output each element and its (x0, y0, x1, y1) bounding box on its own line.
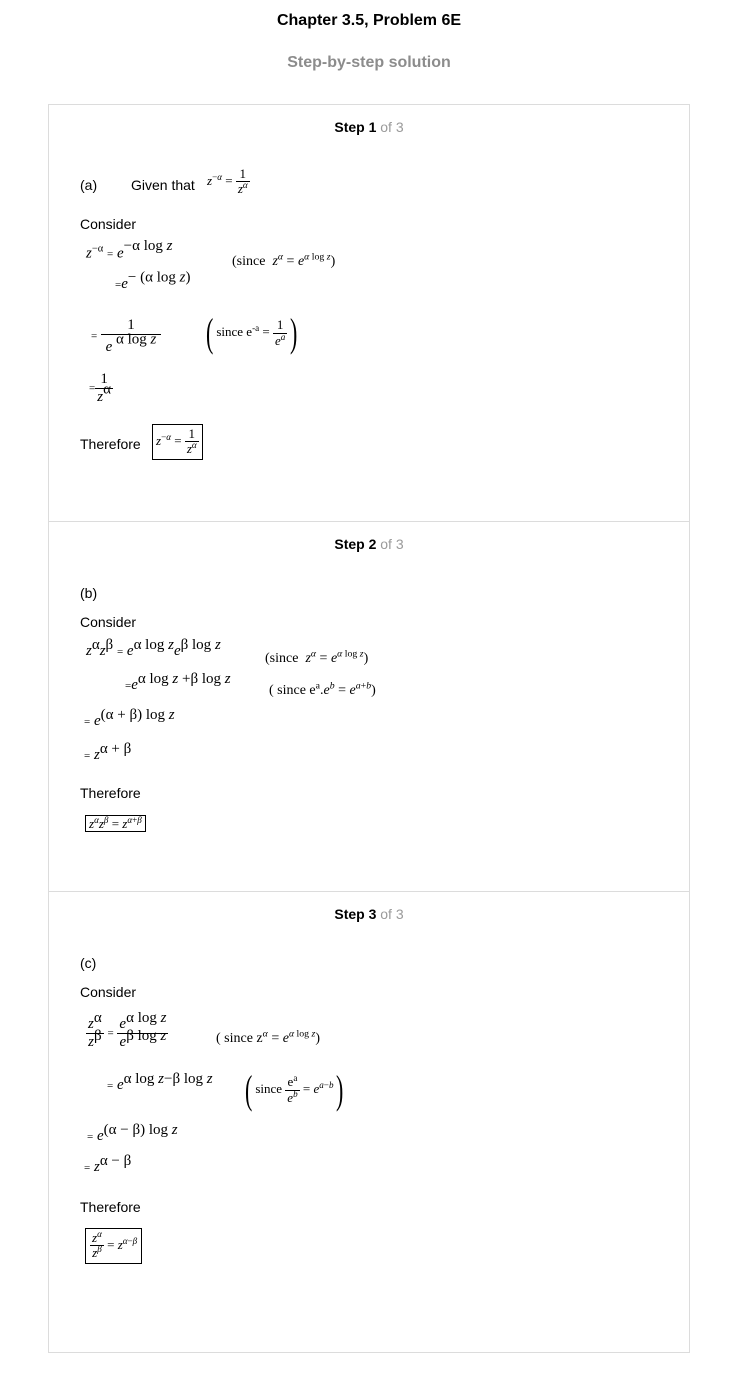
since-note-1: (since zα = eα log z) (232, 251, 336, 269)
equation-line-2: = eα log z−β log z (107, 1071, 213, 1093)
result-box: z−α = 1 zα (152, 424, 203, 460)
step-count: of 3 (380, 906, 404, 922)
since-note-2: (since ea eb = ea−b) (244, 1067, 344, 1112)
since-note-1: ( since zα = eα log z) (216, 1028, 321, 1046)
step-3-panel: Step 3 of 3 (c) Consider zα zβ = eα log z… (48, 891, 690, 1353)
given-label: Given that (131, 177, 195, 193)
part-label: (a) (80, 177, 98, 193)
equation-line-4: = zα + β (84, 741, 132, 763)
step-count: of 3 (380, 536, 404, 552)
step-label: Step 2 (334, 536, 377, 552)
step-1-header: Step 1 of 3 (49, 119, 689, 135)
page-title: Chapter 3.5, Problem 6E (276, 12, 462, 29)
step-label: Step 1 (334, 119, 377, 135)
equation-line-3: = e(α + β) log z (84, 707, 175, 729)
step-1-panel: Step 1 of 3 (a) Given that z−α = 1 zα Con… (48, 104, 690, 522)
equation-line-4: = 1 zα (89, 371, 113, 405)
given-equation: z−α = 1 zα (207, 166, 250, 197)
result-box: zα zβ = zα−β (85, 1228, 143, 1264)
consider-label: Consider (80, 216, 137, 232)
since-note-1: (since zα = eα log z) (265, 648, 369, 666)
equation-line-3: = e(α − β) log z (87, 1122, 178, 1144)
therefore-label: Therefore (80, 785, 141, 801)
equation-line-1: z−α = e−α log z (86, 238, 173, 262)
step-2-header: Step 2 of 3 (49, 536, 689, 552)
equation-line-1: zαzβ = eα log zeβ log z (86, 637, 221, 659)
step-label: Step 3 (334, 906, 377, 922)
step-count: of 3 (380, 119, 404, 135)
therefore-label: Therefore (80, 1199, 141, 1215)
equation-line-1: zαzβ = eα log zeβ log z (86, 1010, 169, 1050)
equation-line-4: = zα − β (84, 1153, 132, 1175)
page-subtitle: Step-by-step solution (287, 54, 451, 71)
equation-line-2: =e− (α log z) (115, 269, 191, 292)
therefore-label: Therefore (80, 436, 141, 452)
since-note-2: ( since ea.eb = ea+b) (269, 680, 376, 698)
part-label: (c) (80, 955, 97, 971)
consider-label: Consider (80, 984, 137, 1000)
part-label: (b) (80, 585, 98, 601)
since-note-2: (since e-a = 1 ea) (205, 310, 298, 355)
equation-line-2: =eα log z +β log z (125, 671, 231, 693)
equation-line-3: = 1e α log z (91, 317, 161, 355)
step-2-panel: Step 2 of 3 (b) Consider zαzβ = eα log z… (48, 521, 690, 892)
consider-label: Consider (80, 614, 137, 630)
result-box: zαzβ = zα+β (85, 815, 146, 832)
step-3-header: Step 3 of 3 (49, 906, 689, 922)
